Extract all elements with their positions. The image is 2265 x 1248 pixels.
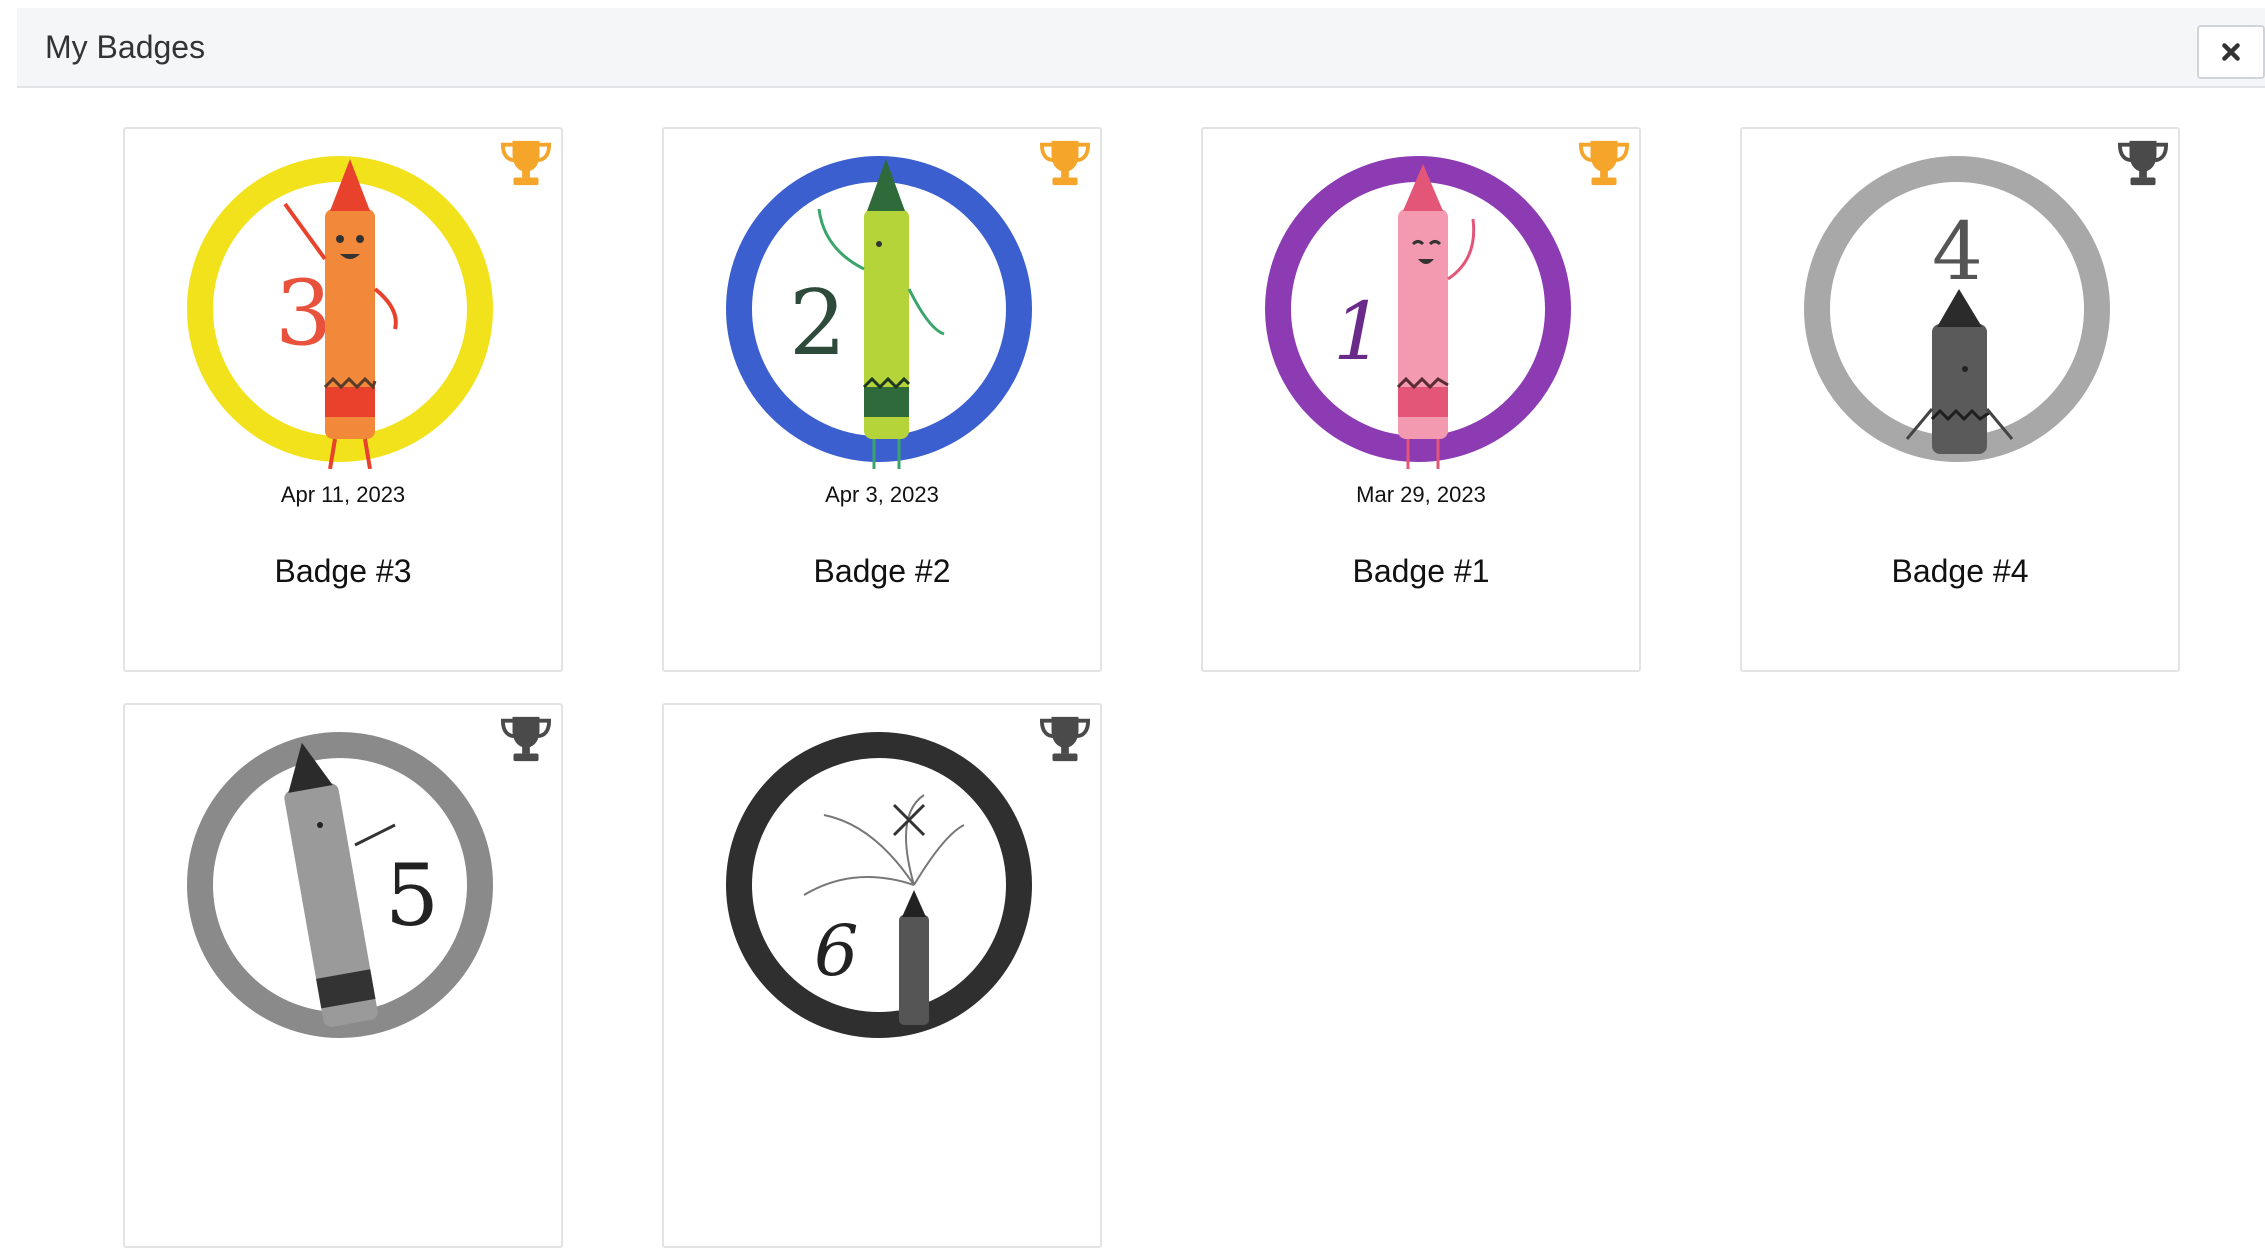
badge-name: Badge #4	[1891, 553, 2029, 589]
badges-modal: My Badges 3 Apr 11, 2023 Badge #3 2 Apr …	[0, 0, 2265, 1248]
badge-grid: 3 Apr 11, 2023 Badge #3 2 Apr 3, 2023 Ba…	[0, 0, 2265, 1248]
badge-card[interactable]: 1 Mar 29, 2023 Badge #1	[1201, 127, 1641, 672]
trophy-icon	[500, 716, 552, 762]
badge-number: 3	[275, 261, 332, 366]
badge-image: 6	[726, 732, 1032, 1038]
badge-image: 4	[1804, 156, 2110, 462]
trophy-icon	[1578, 140, 1630, 186]
badge-date: Mar 29, 2023	[1356, 482, 1486, 507]
trophy-icon	[1039, 140, 1091, 186]
trophy-icon	[1039, 716, 1091, 762]
badge-date: Apr 11, 2023	[280, 482, 406, 507]
trophy-icon	[2117, 140, 2169, 186]
badge-image: 1	[1265, 156, 1571, 469]
trophy-icon	[500, 140, 552, 186]
badge-number: 4	[1932, 205, 1983, 298]
badge-name: Badge #1	[1352, 553, 1490, 589]
badge-card[interactable]: 4 Badge #4	[1740, 127, 2180, 672]
badge-number: 1	[1333, 285, 1384, 378]
badge-number: 5	[385, 847, 439, 946]
badge-card[interactable]: 3 Apr 11, 2023 Badge #3	[123, 127, 563, 672]
badge-card[interactable]: 5	[123, 703, 563, 1248]
badge-number: 6	[814, 910, 859, 992]
badge-date: Apr 3, 2023	[825, 482, 939, 507]
badge-number: 2	[789, 271, 846, 376]
badge-card[interactable]: 2 Apr 3, 2023 Badge #2	[662, 127, 1102, 672]
badge-image: 2	[726, 156, 1032, 469]
badge-image: 5	[187, 732, 493, 1038]
badge-name: Badge #3	[274, 553, 412, 589]
badge-card[interactable]: 6	[662, 703, 1102, 1248]
badge-name: Badge #2	[813, 553, 951, 589]
badge-image: 3	[187, 156, 493, 469]
